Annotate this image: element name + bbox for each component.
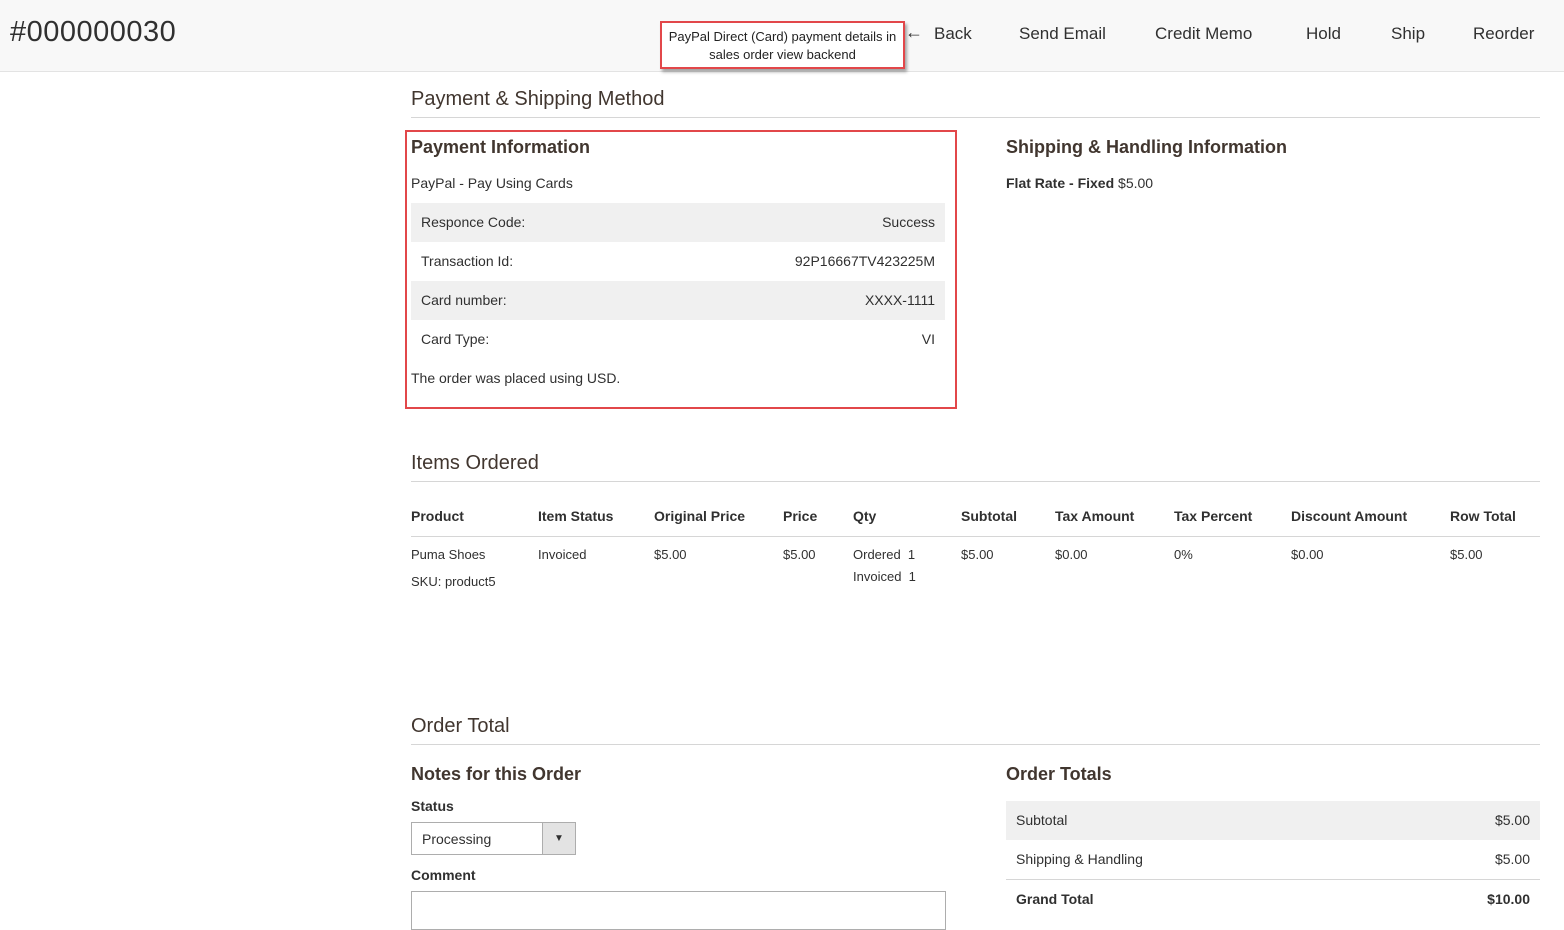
payment-detail-value: VI [921,331,935,347]
grand-total-row: Grand Total $10.00 [1006,879,1540,918]
reorder-button[interactable]: Reorder [1473,24,1534,44]
column-header-row-total: Row Total [1450,508,1516,524]
payment-info-title: Payment Information [411,137,591,157]
column-header-discount-amount: Discount Amount [1291,508,1408,524]
payment-detail-label: Card number: [421,292,507,308]
item-status: Invoiced [538,547,587,562]
back-button[interactable]: Back [934,24,972,44]
payment-method-name: PayPal - Pay Using Cards [411,175,573,191]
payment-detail-row: Card Type: VI [411,320,945,359]
totals-row: Subtotal $5.00 [1006,801,1540,840]
payment-detail-label: Responce Code: [421,214,526,230]
items-ordered-section-title: Items Ordered [411,452,539,474]
totals-label: Shipping & Handling [1016,851,1143,867]
status-label: Status [411,798,454,814]
notes-title: Notes for this Order [411,764,582,784]
product-sku: SKU: product5 [411,574,496,589]
payment-detail-row: Responce Code: Success [411,203,945,242]
shipping-method-name: Flat Rate - Fixed [1006,175,1115,191]
table-header-divider [411,536,1540,537]
grand-total-label: Grand Total [1016,891,1094,907]
page-title: #000000030 [10,16,177,48]
page-header: #000000030 PayPal Direct (Card) payment … [0,0,1564,72]
order-totals-title: Order Totals [1006,764,1112,784]
price: $5.00 [783,547,816,562]
payment-detail-label: Card Type: [421,331,490,347]
hold-button[interactable]: Hold [1306,24,1341,44]
section-divider [411,481,1540,482]
subtotal: $5.00 [961,547,994,562]
column-header-product: Product [411,508,464,524]
row-total: $5.00 [1450,547,1483,562]
section-divider [411,117,1540,118]
chevron-down-icon[interactable]: ▼ [542,823,575,854]
payment-detail-label: Transaction Id: [421,253,514,269]
totals-row: Shipping & Handling $5.00 [1006,840,1540,879]
tax-amount: $0.00 [1055,547,1088,562]
qty-ordered: Ordered 1 [853,547,916,562]
payment-detail-value: 92P16667TV423225M [794,253,935,269]
payment-detail-row: Card number: XXXX-1111 [411,281,945,320]
status-select[interactable]: Processing ▼ [411,822,576,855]
status-select-value: Processing [422,831,492,847]
comment-textarea[interactable] [411,891,946,930]
column-header-original-price: Original Price [654,508,746,524]
column-header-qty: Qty [853,508,877,524]
shipping-method: Flat Rate - Fixed $5.00 [1006,175,1153,191]
totals-value: $5.00 [1494,812,1530,828]
qty-invoiced: Invoiced 1 [853,569,916,584]
grand-total-value: $10.00 [1487,891,1530,907]
column-header-item-status: Item Status [538,508,614,524]
send-email-button[interactable]: Send Email [1019,24,1106,44]
payment-detail-value: XXXX-1111 [864,292,935,308]
payment-detail-value: Success [882,214,935,230]
order-currency-note: The order was placed using USD. [411,370,621,386]
shipping-method-price: $5.00 [1118,175,1154,191]
totals-value: $5.00 [1494,851,1530,867]
column-header-price: Price [783,508,818,524]
column-header-tax-amount: Tax Amount [1055,508,1135,524]
section-divider [411,744,1540,745]
annotation-callout: PayPal Direct (Card) payment details in … [660,21,905,69]
order-total-section-title: Order Total [411,715,510,737]
column-header-subtotal: Subtotal [961,508,1017,524]
back-arrow-icon: ← [905,22,923,42]
tax-percent: 0% [1174,547,1193,562]
discount-amount: $0.00 [1291,547,1324,562]
totals-label: Subtotal [1016,812,1068,828]
product-name: Puma Shoes [411,547,486,562]
payment-detail-row: Transaction Id: 92P16667TV423225M [411,242,945,281]
original-price: $5.00 [654,547,687,562]
payment-shipping-section-title: Payment & Shipping Method [411,88,665,110]
shipping-info-title: Shipping & Handling Information [1006,137,1287,157]
column-header-tax-percent: Tax Percent [1174,508,1253,524]
credit-memo-button[interactable]: Credit Memo [1155,24,1252,44]
comment-label: Comment [411,867,476,883]
ship-button[interactable]: Ship [1391,24,1425,44]
